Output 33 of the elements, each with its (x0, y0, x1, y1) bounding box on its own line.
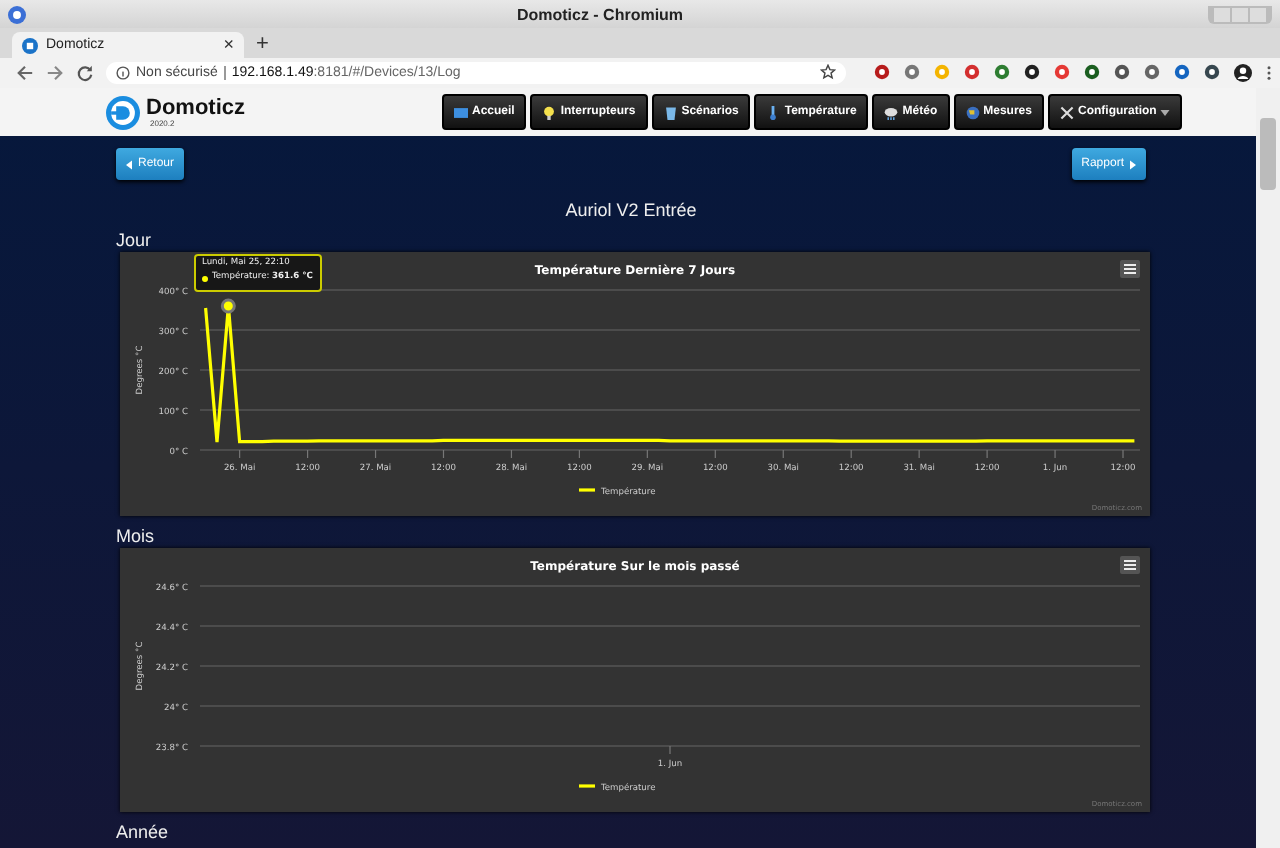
page-title: Auriol V2 Entrée (563, 200, 699, 220)
section-heading: Année (116, 822, 171, 844)
tab-close-button[interactable]: × (223, 36, 234, 54)
cloud-icon (884, 105, 899, 119)
info-icon (116, 65, 130, 79)
bullet-icon (202, 275, 208, 282)
chart-menu-button[interactable] (1120, 556, 1140, 574)
section-heading: Mois (116, 526, 157, 548)
scrollbar-thumb[interactable] (1260, 118, 1276, 190)
screen-icon (454, 105, 468, 119)
chart-menu-button[interactable] (1120, 260, 1140, 278)
scrollbar[interactable] (1256, 88, 1280, 848)
tools-icon (1059, 105, 1074, 119)
cup-icon (663, 105, 678, 119)
favicon-icon (22, 37, 38, 53)
profile-icon[interactable] (1234, 63, 1252, 81)
section-heading: Jour (116, 230, 154, 252)
back-icon[interactable] (16, 63, 34, 81)
data-point-marker (220, 298, 236, 314)
window-title: Domoticz - Chromium (514, 5, 686, 23)
forward-icon[interactable] (46, 63, 64, 81)
reload-icon[interactable] (76, 63, 94, 81)
globe-icon (965, 105, 980, 119)
caret-icon (126, 159, 132, 169)
menu-icon[interactable] (1266, 63, 1272, 81)
thermometer-icon (766, 105, 781, 119)
bulb-icon (542, 105, 557, 119)
logo-text: Domoticz (146, 97, 245, 119)
app-icon (8, 5, 26, 23)
caret-icon (1130, 159, 1136, 169)
new-tab-button[interactable]: + (256, 34, 269, 56)
star-icon[interactable] (820, 64, 836, 80)
logo-icon (106, 95, 140, 129)
